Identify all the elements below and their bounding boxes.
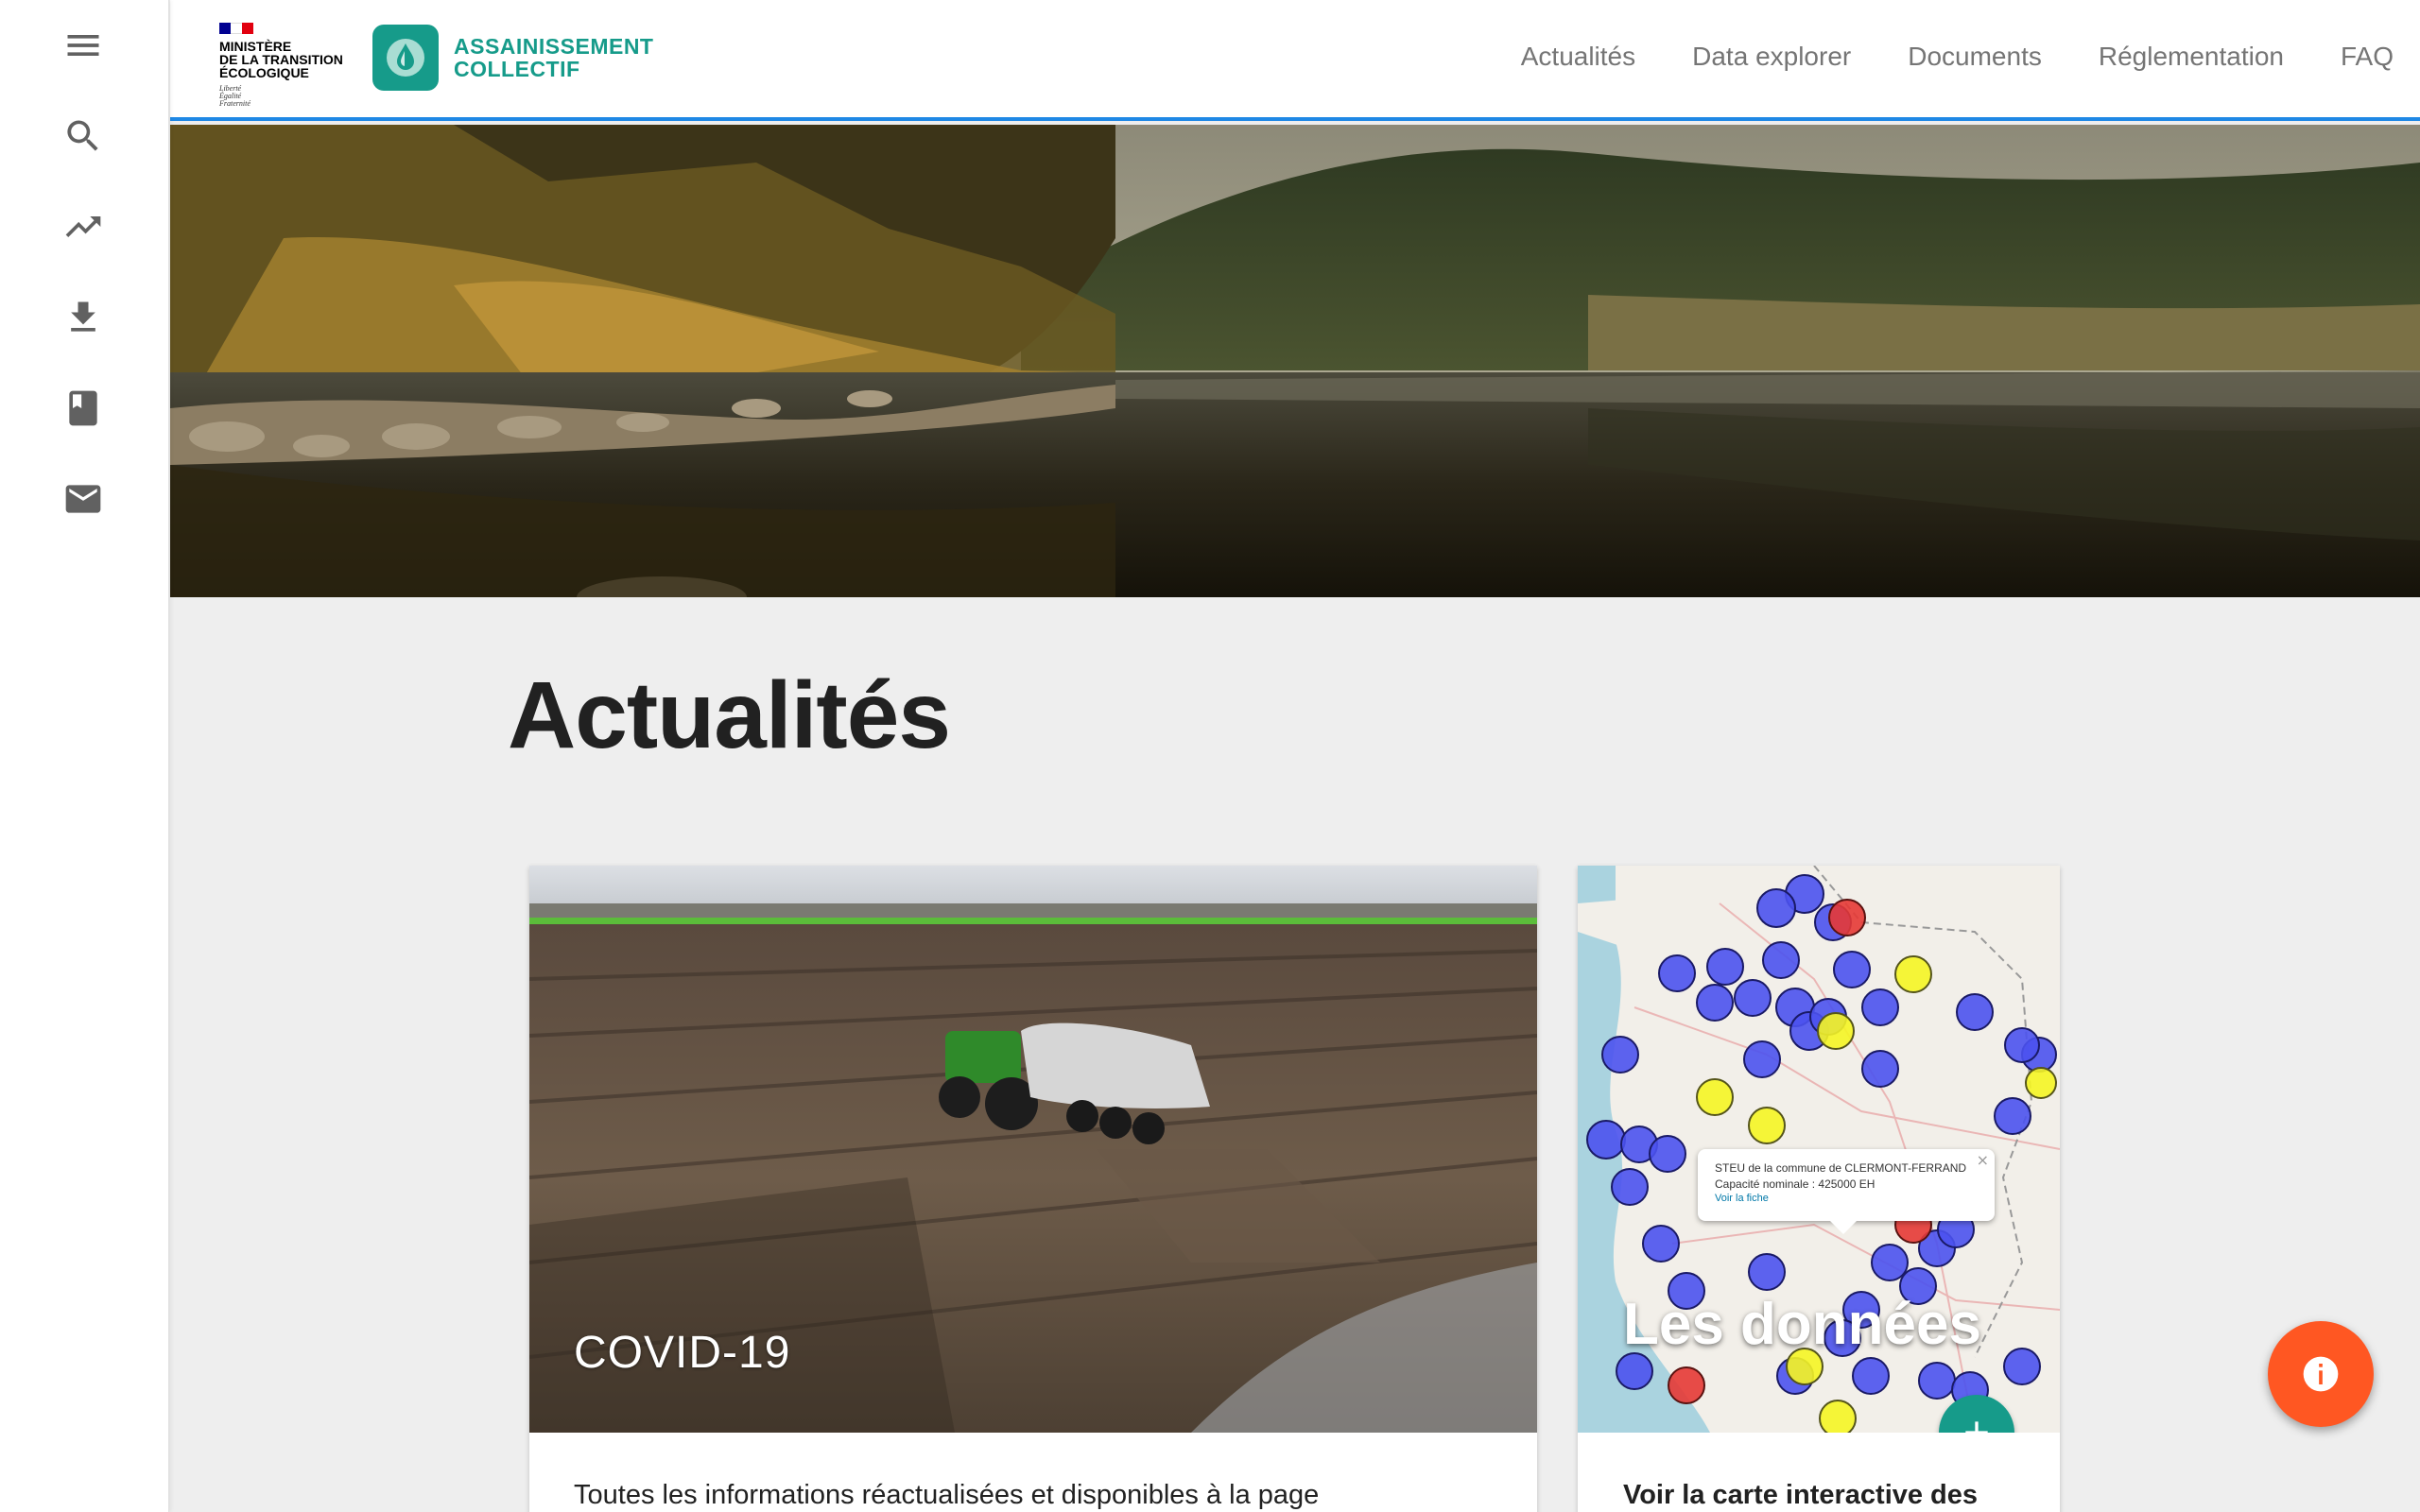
popup-line-1: STEU de la commune de CLERMONT-FERRAND: [1715, 1161, 1967, 1175]
card-image-field-tractor: COVID-19: [529, 866, 1537, 1433]
nav-documents[interactable]: Documents: [1908, 42, 2042, 72]
water-drop-icon: [387, 39, 424, 77]
card-image-map: STEU de la commune de CLERMONT-FERRAND C…: [1578, 866, 2060, 1433]
top-nav: Actualités Data explorer Documents Régle…: [1521, 42, 2394, 72]
ministry-motto: Liberté Égalité Fraternité: [219, 84, 251, 108]
documents-button[interactable]: [53, 378, 113, 438]
ministry-logo[interactable]: MINISTÈRE DE LA TRANSITION ÉCOLOGIQUE Li…: [219, 23, 361, 108]
mail-icon: [65, 485, 101, 513]
ministry-name: MINISTÈRE DE LA TRANSITION ÉCOLOGIQUE: [219, 39, 343, 80]
app-name-line1: ASSAINISSEMENT: [454, 34, 654, 59]
menu-icon: [67, 35, 99, 56]
app-logo[interactable]: [372, 25, 439, 91]
map-popup: STEU de la commune de CLERMONT-FERRAND C…: [1698, 1149, 1995, 1234]
search-icon: [67, 120, 98, 151]
page-title: Actualités: [508, 662, 951, 768]
search-button[interactable]: [53, 106, 113, 166]
top-header: MINISTÈRE DE LA TRANSITION ÉCOLOGIQUE Li…: [170, 0, 2420, 121]
french-flag-icon: [219, 23, 253, 34]
card-label-data: Les données: [1623, 1292, 1981, 1357]
data-explorer-button[interactable]: [53, 197, 113, 257]
news-card-data[interactable]: STEU de la commune de CLERMONT-FERRAND C…: [1578, 866, 2060, 1512]
menu-button[interactable]: [53, 15, 113, 76]
plus-icon: [1965, 1421, 1988, 1433]
nav-actualites[interactable]: Actualités: [1521, 42, 1635, 72]
download-button[interactable]: [53, 287, 113, 348]
trending-up-icon: [65, 216, 101, 237]
nav-data-explorer[interactable]: Data explorer: [1692, 42, 1851, 72]
info-fab-button[interactable]: [2268, 1321, 2374, 1427]
card-label-covid: COVID-19: [574, 1328, 791, 1378]
popup-line-2: Capacité nominale : 425000 EH: [1715, 1177, 1876, 1191]
app-name-line2: COLLECTIF: [454, 57, 580, 81]
app-name[interactable]: ASSAINISSEMENT COLLECTIF: [454, 35, 653, 80]
nav-faq[interactable]: FAQ: [2341, 42, 2394, 72]
contact-button[interactable]: [53, 469, 113, 529]
hero-banner-image: [170, 125, 2420, 597]
book-icon: [69, 390, 97, 426]
news-card-covid[interactable]: COVID-19 Toutes les informations réactua…: [529, 866, 1537, 1512]
info-icon: [2303, 1356, 2339, 1392]
card-text-data: Voir la carte interactive des: [1623, 1480, 1979, 1510]
nav-reglementation[interactable]: Réglementation: [2099, 42, 2284, 72]
popup-close-icon[interactable]: ×: [1977, 1151, 1989, 1169]
popup-link[interactable]: Voir la fiche: [1715, 1193, 1978, 1204]
download-icon: [71, 301, 95, 332]
card-text-covid: Toutes les informations réactualisées et…: [574, 1480, 1320, 1510]
sidebar: [0, 0, 169, 1512]
